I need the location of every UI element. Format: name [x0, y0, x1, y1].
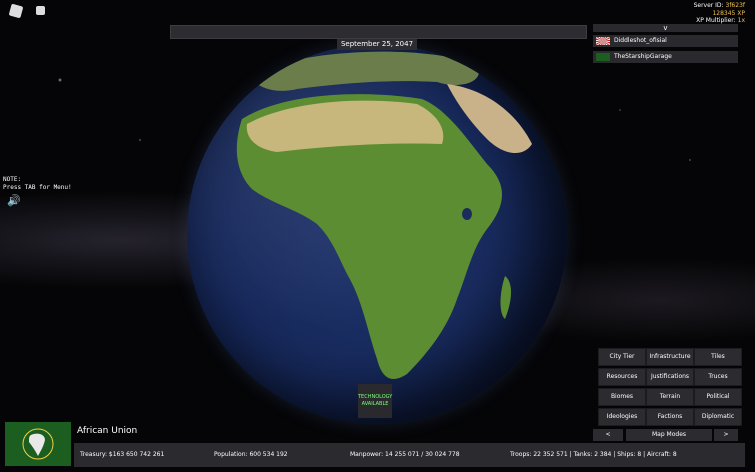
earth-globe[interactable]	[187, 44, 567, 424]
stats-bar: Treasury: $163 650 742 261 Population: 6…	[74, 443, 745, 467]
player-name: TheStarshipGarage	[614, 53, 672, 60]
map-mode-factions-button[interactable]: Factions	[646, 408, 694, 426]
map-mode-resources-button[interactable]: Resources	[598, 368, 646, 386]
madagascar-landmass	[500, 276, 511, 319]
map-mode-biomes-button[interactable]: Biomes	[598, 388, 646, 406]
african-union-flag-icon	[596, 53, 610, 61]
map-mode-truces-button[interactable]: Truces	[694, 368, 742, 386]
manpower-stat: Manpower: 14 255 071 / 30 024 778	[350, 451, 460, 458]
map-modes-next-button[interactable]: >	[714, 429, 738, 441]
rising-sun-flag-icon	[596, 37, 610, 45]
player-list-item[interactable]: Diddleshot_ofisial	[593, 35, 738, 47]
date-bar	[170, 25, 587, 39]
african-union-emblem-icon	[22, 428, 54, 460]
lake-victoria	[462, 208, 472, 220]
xp-multiplier-value: 1x	[737, 17, 745, 24]
africa-map	[236, 51, 532, 380]
player-name: Diddleshot_ofisial	[614, 37, 667, 44]
xp-multiplier-label: XP Multiplier:	[696, 17, 736, 24]
technology-available-button[interactable]: TECHNOLOGY AVAILABLE	[358, 384, 392, 418]
player-list-toggle[interactable]: v	[593, 24, 738, 32]
country-flag	[5, 422, 71, 466]
map-mode-justifications-button[interactable]: Justifications	[646, 368, 694, 386]
map-modes-label: Map Modes	[626, 429, 712, 441]
military-stat: Troops: 22 352 571 | Tanks: 2 384 | Ship…	[510, 451, 677, 458]
map-mode-terrain-button[interactable]: Terrain	[646, 388, 694, 406]
speaker-icon[interactable]: 🔊	[7, 194, 21, 207]
map-mode-city-tier-button[interactable]: City Tier	[598, 348, 646, 366]
note-title: NOTE:	[3, 176, 22, 183]
map-mode-ideologies-button[interactable]: Ideologies	[598, 408, 646, 426]
menu-note: NOTE: Press TAB for Menu!	[3, 176, 72, 192]
treasury-stat: Treasury: $163 650 742 261	[80, 451, 165, 458]
map-modes-prev-button[interactable]: <	[593, 429, 623, 441]
game-date: September 25, 2047	[337, 39, 417, 50]
xp-label: XP	[737, 9, 745, 17]
map-mode-political-button[interactable]: Political	[694, 388, 742, 406]
europe-landmass	[247, 51, 479, 91]
map-mode-tiles-button[interactable]: Tiles	[694, 348, 742, 366]
xp-value: 128345	[712, 9, 736, 17]
server-id-value: 3f623f	[725, 2, 746, 9]
chat-icon[interactable]	[36, 6, 45, 15]
tech-line-2: AVAILABLE	[361, 401, 389, 407]
server-info: Server ID: 3f623f 128345 XP XP Multiplie…	[694, 2, 745, 25]
map-mode-diplomatic-button[interactable]: Diplomatic	[694, 408, 742, 426]
country-name: African Union	[77, 426, 138, 436]
player-list-item[interactable]: TheStarshipGarage	[593, 51, 738, 63]
server-id-label: Server ID:	[693, 2, 724, 9]
map-mode-infrastructure-button[interactable]: Infrastructure	[646, 348, 694, 366]
note-text: Press TAB for Menu!	[3, 184, 72, 191]
tech-line-1: TECHNOLOGY	[358, 394, 393, 400]
population-stat: Population: 600 534 192	[214, 451, 288, 458]
